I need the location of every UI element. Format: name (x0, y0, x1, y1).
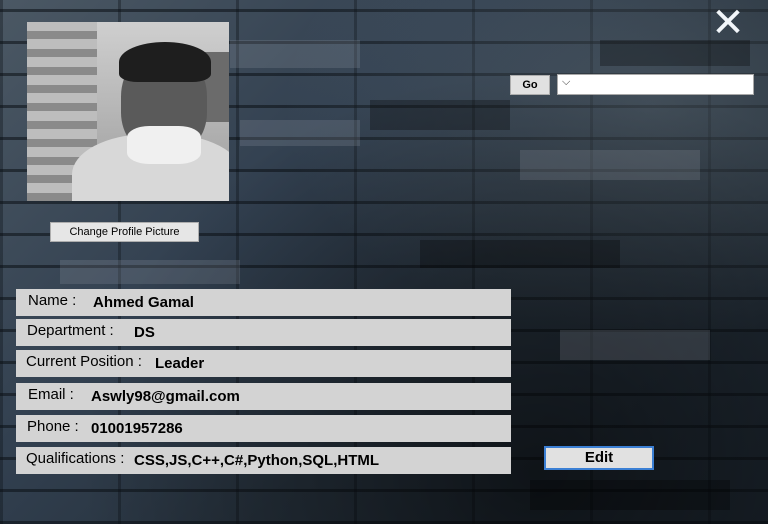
qualifications-label: Qualifications : (26, 450, 125, 467)
position-label: Current Position : (26, 353, 142, 370)
email-value: Aswly98@gmail.com (91, 388, 240, 405)
qualifications-value: CSS,JS,C++,C#,Python,SQL,HTML (134, 452, 380, 469)
email-field-row: Email : Aswly98@gmail.com (16, 383, 511, 410)
name-field-row: Name : Ahmed Gamal (16, 289, 511, 316)
position-value: Leader (155, 355, 205, 372)
change-profile-picture-button[interactable]: Change Profile Picture (50, 222, 199, 242)
edit-button[interactable]: Edit (544, 446, 654, 470)
department-value: DS (134, 324, 155, 341)
chevron-down-icon: ⌵ (562, 76, 571, 88)
phone-value: 01001957286 (91, 420, 183, 437)
search-combobox[interactable]: ⌵ (557, 74, 754, 95)
position-field-row: Current Position : Leader (16, 350, 511, 377)
profile-picture (27, 22, 229, 201)
department-field-row: Department : DS (16, 319, 511, 346)
phone-label: Phone : (27, 418, 79, 435)
phone-field-row: Phone : 01001957286 (16, 415, 511, 442)
email-label: Email : (28, 386, 74, 403)
qualifications-field-row: Qualifications : CSS,JS,C++,C#,Python,SQ… (16, 447, 511, 474)
go-button[interactable]: Go (510, 75, 550, 95)
name-value: Ahmed Gamal (93, 294, 194, 311)
department-label: Department : (27, 322, 114, 339)
name-label: Name : (28, 292, 77, 309)
close-icon[interactable]: ✕ (708, 3, 748, 43)
